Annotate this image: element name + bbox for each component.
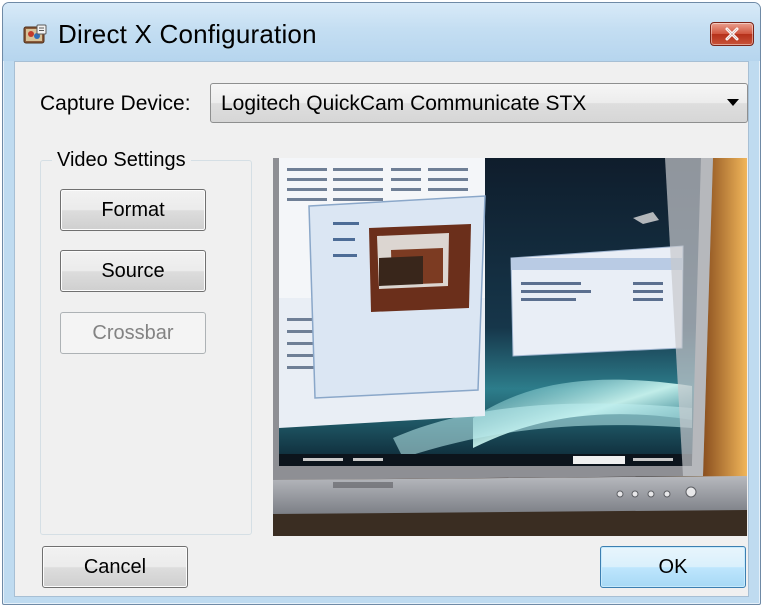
- capture-device-dropdown[interactable]: Logitech QuickCam Communicate STX: [210, 83, 748, 123]
- chevron-down-icon[interactable]: [727, 99, 739, 106]
- close-button[interactable]: [710, 22, 754, 46]
- format-button[interactable]: Format: [60, 189, 206, 231]
- crossbar-button: Crossbar: [60, 312, 206, 354]
- capture-device-value: Logitech QuickCam Communicate STX: [221, 92, 587, 115]
- title-bar[interactable]: Direct X Configuration: [3, 3, 760, 61]
- dialog-content: Capture Device: Logitech QuickCam Commun…: [14, 61, 749, 597]
- dialog-window: Direct X Configuration Capture Device: L…: [2, 2, 761, 605]
- source-button[interactable]: Source: [60, 250, 206, 292]
- video-settings-legend: Video Settings: [52, 149, 191, 172]
- close-icon: [724, 27, 740, 41]
- webcam-preview: [273, 158, 747, 536]
- ok-button[interactable]: OK: [600, 546, 746, 588]
- directx-config-icon: [23, 24, 47, 46]
- cancel-button[interactable]: Cancel: [42, 546, 188, 588]
- capture-device-label: Capture Device:: [40, 92, 191, 115]
- window-title: Direct X Configuration: [58, 19, 317, 49]
